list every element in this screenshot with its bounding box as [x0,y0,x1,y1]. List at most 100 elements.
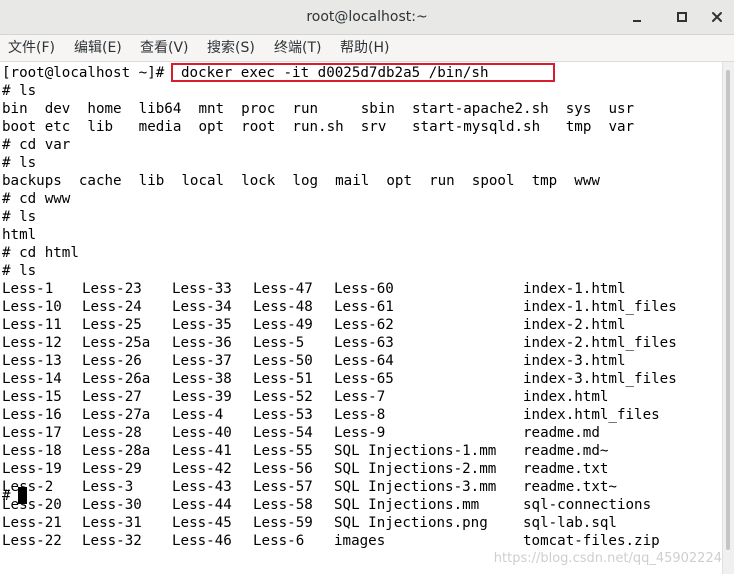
listing-entry: Less-9 [334,425,386,441]
listing-entry: Less-12 [2,335,62,351]
listing-entry: Less-24 [82,299,142,315]
listing-entry: Less-41 [172,443,232,459]
menu-terminal[interactable]: 终端(T) [274,35,321,61]
terminal-line: # ls [2,209,37,225]
listing-entry: Less-29 [82,461,142,477]
listing-entry: Less-3 [82,479,134,495]
minimize-icon [633,20,641,22]
listing-entry: Less-1 [2,281,54,297]
listing-entry: Less-52 [253,389,313,405]
listing-entry: Less-25a [82,335,151,351]
listing-entry: Less-53 [253,407,313,423]
terminal-line: # cd var [2,137,71,153]
listing-entry: Less-55 [253,443,313,459]
terminal-line: # cd www [2,191,71,207]
menu-view[interactable]: 查看(V) [140,35,189,61]
listing-entry: Less-32 [82,533,142,549]
listing-entry: Less-42 [172,461,232,477]
listing-entry: Less-48 [253,299,313,315]
listing-entry: index-3.html_files [523,371,677,387]
terminal-line: html [2,227,37,243]
listing-entry: Less-51 [253,371,313,387]
terminal-line-prompt: [root@localhost ~]# docker exec -it d002… [2,64,489,82]
listing-entry: Less-13 [2,353,62,369]
listing-entry: index-3.html [523,353,626,369]
listing-entry: SQL Injections.mm [334,497,480,513]
listing-entry: Less-33 [172,281,232,297]
listing-entry: Less-61 [334,299,394,315]
terminal-line: # ls [2,83,37,99]
listing-entry: Less-31 [82,515,142,531]
listing-entry: index-2.html_files [523,335,677,351]
listing-entry: Less-8 [334,407,386,423]
listing-entry: Less-40 [172,425,232,441]
listing-entry: Less-58 [253,497,313,513]
listing-entry: Less-35 [172,317,232,333]
listing-entry: Less-19 [2,461,62,477]
listing-entry: Less-23 [82,281,142,297]
maximize-button[interactable] [671,6,693,28]
window-title: root@localhost:~ [306,9,428,25]
terminal-line: # ls [2,155,37,171]
listing-entry: SQL Injections.png [334,515,488,531]
listing-entry: Less-14 [2,371,62,387]
command-highlight-box [171,63,555,82]
close-icon [712,12,722,22]
listing-entry: Less-37 [172,353,232,369]
listing-entry: Less-65 [334,371,394,387]
listing-entry: Less-45 [172,515,232,531]
listing-entry: Less-57 [253,479,313,495]
shell-prompt: [root@localhost ~]# [2,65,165,81]
listing-entry: Less-28 [82,425,142,441]
terminal-line: boot etc lib media opt root run.sh srv s… [2,119,635,135]
listing-entry: Less-10 [2,299,62,315]
listing-entry: Less-26 [82,353,142,369]
listing-entry: Less-49 [253,317,313,333]
listing-entry: index-1.html_files [523,299,677,315]
listing-entry: readme.txt~ [523,479,617,495]
listing-entry: Less-27 [82,389,142,405]
terminal-line: # ls [2,263,37,279]
listing-entry: index-1.html [523,281,626,297]
listing-entry: Less-39 [172,389,232,405]
listing-entry: Less-38 [172,371,232,387]
menu-file[interactable]: 文件(F) [8,35,55,61]
listing-entry: Less-18 [2,443,62,459]
listing-entry: tomcat-files.zip [523,533,660,549]
terminal-line-final-prompt: # [2,488,11,504]
menu-bar: 文件(F) 编辑(E) 查看(V) 搜索(S) 终端(T) 帮助(H) [0,35,734,62]
listing-entry: Less-34 [172,299,232,315]
listing-entry: Less-22 [2,533,62,549]
listing-entry: Less-47 [253,281,313,297]
listing-entry: index.html_files [523,407,660,423]
listing-entry: Less-56 [253,461,313,477]
listing-entry: readme.md [523,425,600,441]
terminal-cursor [18,487,27,504]
listing-entry: Less-43 [172,479,232,495]
minimize-button[interactable] [626,6,648,28]
close-button[interactable] [706,6,728,28]
listing-entry: Less-54 [253,425,313,441]
listing-entry: Less-63 [334,335,394,351]
listing-entry: Less-27a [82,407,151,423]
listing-entry: Less-21 [2,515,62,531]
listing-entry: Less-15 [2,389,62,405]
listing-entry: Less-25 [82,317,142,333]
listing-entry: Less-4 [172,407,224,423]
listing-entry: Less-6 [253,533,305,549]
terminal-line: bin dev home lib64 mnt proc run sbin sta… [2,101,635,117]
listing-entry: Less-16 [2,407,62,423]
listing-entry: Less-62 [334,317,394,333]
listing-entry: Less-5 [253,335,305,351]
listing-entry: index.html [523,389,609,405]
listing-entry: SQL Injections-1.mm [334,443,497,459]
watermark-text: https://blog.csdn.net/qq_45902224 [493,551,722,566]
terminal-scrollbar-thumb[interactable] [726,70,730,550]
listing-entry: Less-36 [172,335,232,351]
listing-entry: Less-46 [172,533,232,549]
listing-entry: Less-28a [82,443,151,459]
menu-search[interactable]: 搜索(S) [207,35,255,61]
listing-entry: Less-59 [253,515,313,531]
menu-edit[interactable]: 编辑(E) [74,35,122,61]
menu-help[interactable]: 帮助(H) [340,35,389,61]
